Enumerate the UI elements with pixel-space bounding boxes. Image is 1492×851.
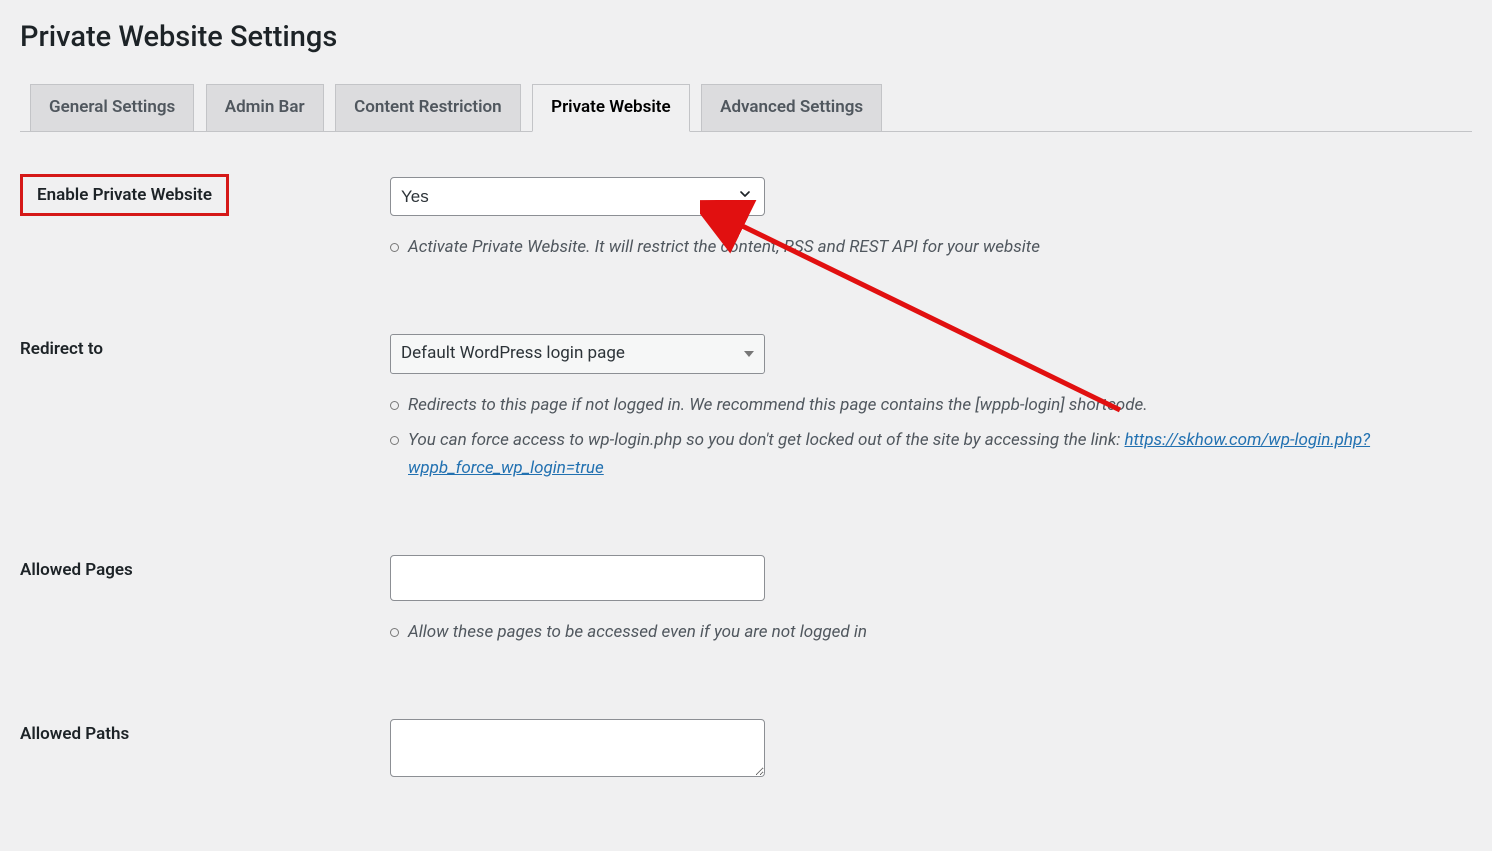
allowed-pages-label: Allowed Pages (20, 540, 390, 704)
enable-private-label-cell: Enable Private Website (20, 162, 390, 320)
tab-admin-bar[interactable]: Admin Bar (206, 84, 324, 131)
tabs-nav: General Settings Admin Bar Content Restr… (20, 74, 1472, 132)
tab-content-restriction[interactable]: Content Restriction (335, 84, 521, 131)
settings-form: Enable Private Website Yes Activate Priv… (20, 162, 1472, 831)
enable-private-label: Enable Private Website (20, 174, 229, 216)
redirect-to-value: Default WordPress login page (401, 341, 625, 367)
allowed-paths-label: Allowed Paths (20, 704, 390, 831)
enable-private-desc: Activate Private Website. It will restri… (390, 234, 1462, 261)
redirect-to-select[interactable]: Default WordPress login page (390, 334, 765, 374)
enable-private-select[interactable]: Yes (390, 177, 765, 217)
allowed-pages-desc: Allow these pages to be accessed even if… (390, 619, 1462, 646)
redirect-to-desc-2-text: You can force access to wp-login.php so … (408, 430, 1124, 450)
tab-advanced-settings[interactable]: Advanced Settings (701, 84, 882, 131)
caret-down-icon (744, 351, 754, 357)
allowed-paths-textarea[interactable] (390, 719, 765, 777)
redirect-to-desc-1: Redirects to this page if not logged in.… (390, 392, 1462, 419)
allowed-pages-input[interactable] (390, 555, 765, 601)
tab-private-website[interactable]: Private Website (532, 84, 689, 132)
page-title: Private Website Settings (20, 20, 1472, 54)
redirect-to-desc-2: You can force access to wp-login.php so … (390, 427, 1462, 481)
tab-general-settings[interactable]: General Settings (30, 84, 194, 131)
redirect-to-label: Redirect to (20, 319, 390, 540)
